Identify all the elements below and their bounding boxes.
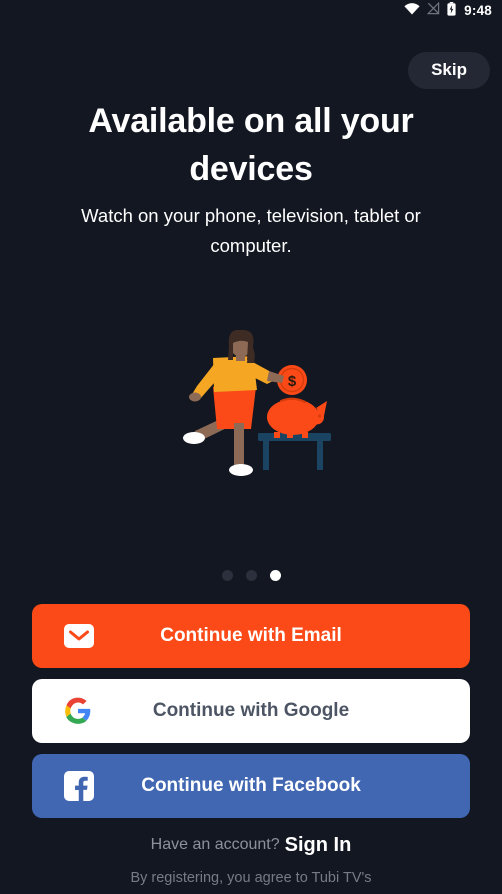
woman-putting-coin-in-piggy-bank-illustration: $ bbox=[171, 329, 331, 485]
skip-row: Skip bbox=[0, 52, 502, 89]
facebook-f-icon bbox=[64, 771, 94, 802]
onboarding-pager bbox=[0, 570, 502, 582]
page-title: Available on all your devices bbox=[88, 101, 414, 188]
continue-with-facebook-label: Continue with Facebook bbox=[141, 775, 361, 797]
status-bar-time: 9:48 bbox=[464, 3, 492, 19]
sign-in-link[interactable]: Sign In bbox=[285, 834, 352, 856]
continue-with-google-label: Continue with Google bbox=[152, 700, 350, 722]
pager-dot-2[interactable] bbox=[245, 570, 257, 582]
google-g-icon bbox=[64, 697, 92, 725]
illustration-container: $ bbox=[0, 327, 502, 487]
pager-dot-1[interactable] bbox=[221, 570, 233, 582]
continue-with-facebook-button[interactable]: Continue with Facebook bbox=[32, 754, 470, 819]
cellular-signal-off-icon bbox=[426, 1, 440, 20]
skip-button[interactable]: Skip bbox=[408, 52, 490, 89]
battery-charging-icon bbox=[447, 1, 456, 21]
envelope-icon bbox=[64, 624, 94, 649]
wifi-icon bbox=[404, 2, 420, 20]
signin-prompt: Have an account? bbox=[150, 836, 280, 854]
page-subtitle: Watch on your phone, television, tablet … bbox=[81, 205, 421, 257]
status-bar: 9:48 bbox=[0, 0, 502, 22]
legal-disclaimer: By registering, you agree to Tubi TV's T… bbox=[0, 867, 502, 894]
signin-row: Have an account? Sign In bbox=[0, 835, 502, 855]
svg-text:$: $ bbox=[288, 373, 297, 390]
continue-with-email-label: Continue with Email bbox=[160, 625, 342, 647]
auth-button-stack: Continue with Email Continue with Google… bbox=[0, 604, 502, 819]
pager-dot-3[interactable] bbox=[269, 570, 281, 582]
continue-with-google-button[interactable]: Continue with Google bbox=[32, 679, 470, 744]
legal-line-1: By registering, you agree to Tubi TV's bbox=[130, 870, 372, 887]
continue-with-email-button[interactable]: Continue with Email bbox=[32, 604, 470, 669]
